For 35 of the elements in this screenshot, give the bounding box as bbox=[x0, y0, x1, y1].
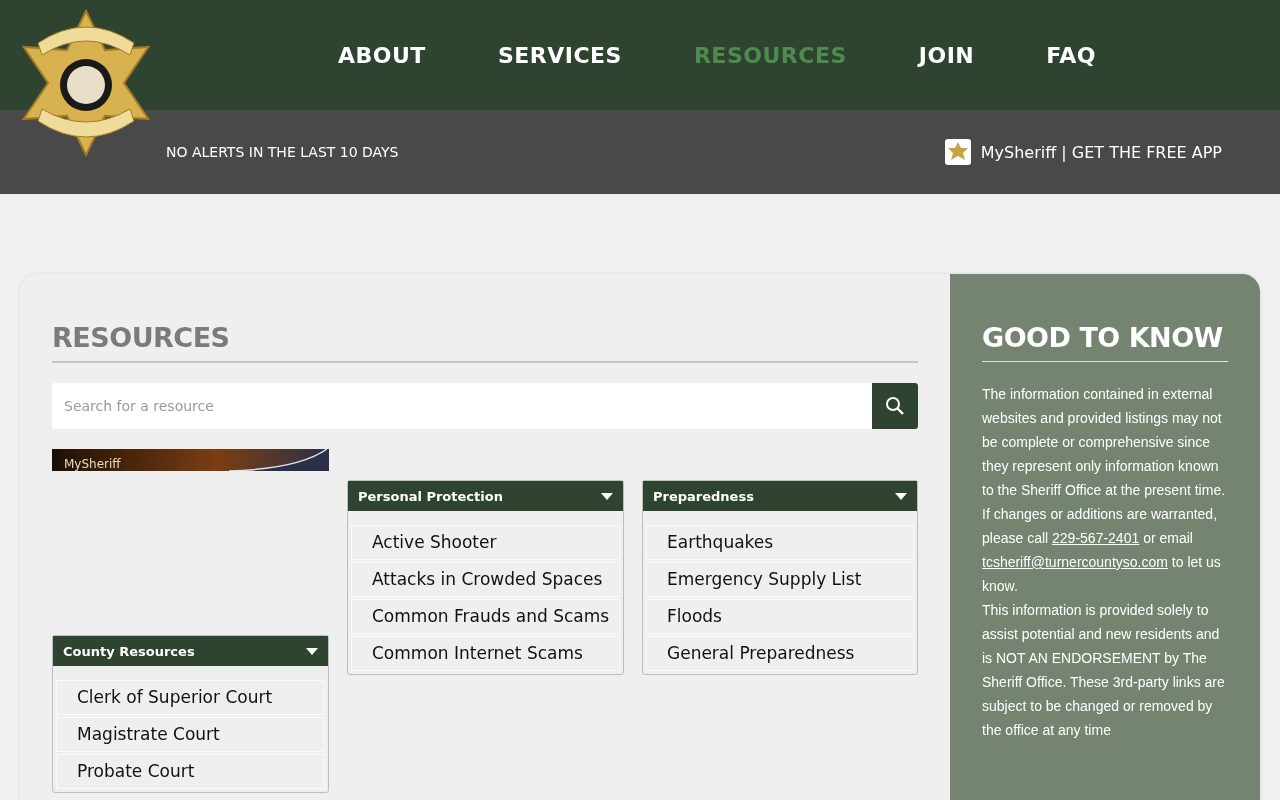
resource-link[interactable]: Emergency Supply List bbox=[646, 562, 914, 597]
alert-text: NO ALERTS IN THE LAST 10 DAYS bbox=[166, 144, 399, 160]
email-link[interactable]: tcsheriff@turnercountyso.com bbox=[982, 554, 1168, 570]
resource-link[interactable]: Common Frauds and Scams bbox=[351, 599, 620, 634]
search-icon bbox=[885, 396, 905, 416]
info-paragraph: This information is provided solely to assist potential and new residents and is NOT AN ENDORSEMENT by The Sheriff Office. These 3rd-party links are subject to be changed or removed by the office at any time bbox=[982, 601, 1226, 740]
search-field[interactable]: Search for a resource bbox=[52, 383, 872, 429]
resource-link[interactable]: General Preparedness bbox=[646, 636, 914, 671]
section-title: GOOD TO KNOW bbox=[982, 322, 1228, 362]
resource-link[interactable]: Attacks in Crowded Spaces bbox=[351, 562, 620, 597]
resource-link[interactable]: Active Shooter bbox=[351, 525, 620, 560]
nav-link[interactable]: JOIN bbox=[882, 42, 1011, 68]
resource-link[interactable]: Earthquakes bbox=[646, 525, 914, 560]
info-paragraph: The information contained in external websites and provided listings may not be complete or comprehensive since they represent only information known to the Sheriff Office at the present time. bbox=[982, 385, 1227, 500]
resource-link[interactable]: Magistrate Court bbox=[56, 717, 325, 752]
search-button[interactable] bbox=[872, 383, 918, 429]
phone-link[interactable]: 229-567-2401 bbox=[1052, 530, 1140, 546]
info-paragraph: If changes or additions are warranted, please call 229-567-2401 or email tcsheriff@turnercountyso.com to let us know. bbox=[982, 505, 1222, 596]
caret-icon bbox=[601, 492, 613, 500]
resource-link[interactable]: Floods bbox=[646, 599, 914, 634]
panel-header[interactable]: Personal Protection bbox=[348, 481, 623, 511]
nav-link[interactable]: ABOUT bbox=[302, 42, 462, 68]
resource-link[interactable]: Common Internet Scams bbox=[351, 636, 620, 671]
app-link[interactable]: MySheriff | GET THE FREE APP bbox=[944, 139, 1222, 165]
panel-header[interactable]: County Resources bbox=[53, 636, 328, 666]
nav-link[interactable]: SERVICES bbox=[461, 42, 658, 68]
badge-icon bbox=[944, 139, 971, 165]
nav-link[interactable]: FAQ bbox=[1010, 42, 1132, 68]
resource-link[interactable]: Clerk of Superior Court bbox=[56, 680, 325, 715]
caret-icon bbox=[895, 492, 907, 500]
panel-header[interactable]: Preparedness bbox=[643, 481, 917, 511]
caret-icon bbox=[306, 647, 318, 655]
section-title: RESOURCES bbox=[52, 322, 918, 363]
resource-link[interactable]: Probate Court bbox=[56, 754, 325, 789]
app-banner[interactable]: MySheriff bbox=[52, 449, 329, 471]
